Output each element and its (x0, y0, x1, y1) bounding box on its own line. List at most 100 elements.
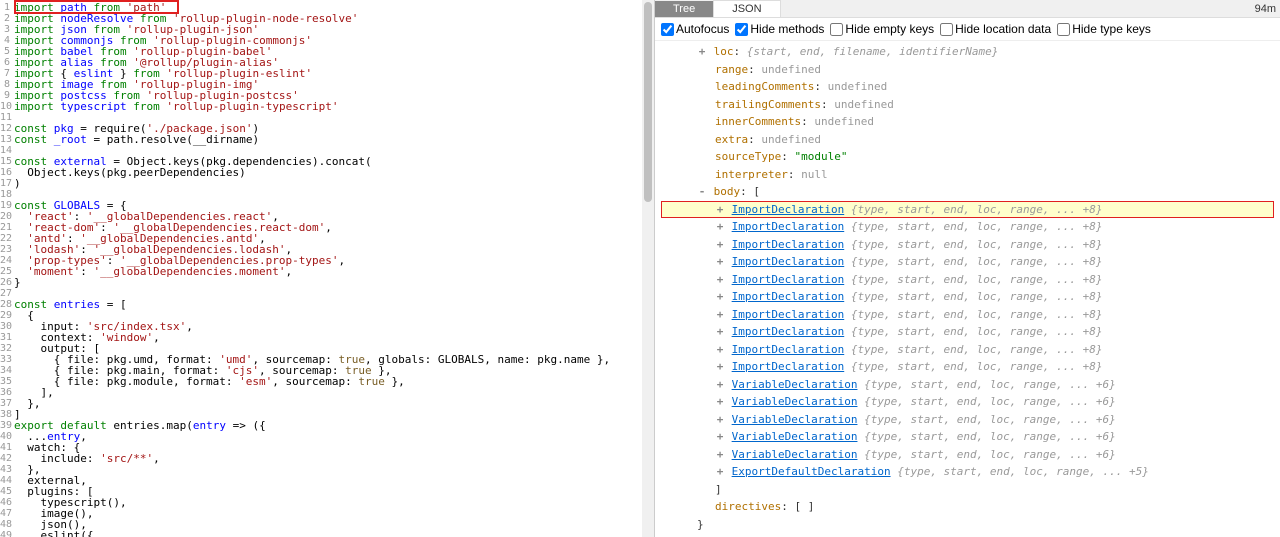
code-editor-pane[interactable]: 1import path from 'path'2import nodeReso… (0, 0, 642, 537)
code-line[interactable]: 25 'moment': '__globalDependencies.momen… (0, 266, 642, 277)
hide-location-checkbox[interactable]: Hide location data (940, 22, 1051, 36)
line-number: 5 (0, 46, 14, 57)
tree-row[interactable]: + ImportDeclaration {type, start, end, l… (661, 271, 1274, 289)
tree-node-type[interactable]: VariableDeclaration (732, 448, 858, 461)
tree-row[interactable]: + ImportDeclaration {type, start, end, l… (661, 358, 1274, 376)
tree-toggle-icon[interactable]: + (715, 446, 725, 464)
tree-node-type[interactable]: ImportDeclaration (732, 273, 845, 286)
tree-toggle-icon[interactable]: + (715, 428, 725, 446)
autofocus-checkbox[interactable]: Autofocus (661, 22, 729, 36)
tree-node-type[interactable]: ImportDeclaration (732, 343, 845, 356)
tree-row[interactable]: interpreter: null (661, 166, 1274, 184)
tree-row[interactable]: + ImportDeclaration {type, start, end, l… (661, 253, 1274, 271)
tree-toggle-icon[interactable]: + (715, 411, 725, 429)
tree-row[interactable]: extra: undefined (661, 131, 1274, 149)
tree-row[interactable]: trailingComments: undefined (661, 96, 1274, 114)
code-line[interactable]: 36 ], (0, 387, 642, 398)
tree-node-type[interactable]: ImportDeclaration (732, 360, 845, 373)
tree-row[interactable]: + VariableDeclaration {type, start, end,… (661, 411, 1274, 429)
tree-toggle-icon[interactable]: + (715, 218, 725, 236)
tree-toggle-icon[interactable]: + (715, 358, 725, 376)
tree-row[interactable]: + VariableDeclaration {type, start, end,… (661, 376, 1274, 394)
tree-toggle-icon[interactable]: - (697, 183, 707, 201)
code-line[interactable]: 44 external, (0, 475, 642, 486)
code-line[interactable]: 10import typescript from 'rollup-plugin-… (0, 101, 642, 112)
code-line[interactable]: 40 ...entry, (0, 431, 642, 442)
hide-methods-checkbox[interactable]: Hide methods (735, 22, 824, 36)
tree-summary: {type, start, end, loc, range, ... +8} (851, 238, 1103, 251)
line-number: 36 (0, 387, 14, 398)
tree-row[interactable]: directives: [ ] (661, 498, 1274, 516)
tree-row[interactable]: + comments: [1 element] (661, 533, 1274, 537)
tree-row[interactable]: + loc: {start, end, filename, identifier… (661, 43, 1274, 61)
tree-node-type[interactable]: ImportDeclaration (732, 290, 845, 303)
hide-empty-checkbox[interactable]: Hide empty keys (830, 22, 934, 36)
tree-toggle-icon[interactable]: + (715, 306, 725, 324)
tree-row[interactable]: + ImportDeclaration {type, start, end, l… (661, 341, 1274, 359)
code-line[interactable]: 47 image(), (0, 508, 642, 519)
code-line[interactable]: 43 }, (0, 464, 642, 475)
tree-row[interactable]: leadingComments: undefined (661, 78, 1274, 96)
code-line[interactable]: 48 json(), (0, 519, 642, 530)
tree-node-type[interactable]: ImportDeclaration (732, 220, 845, 233)
tree-row[interactable]: + ImportDeclaration {type, start, end, l… (661, 218, 1274, 236)
tree-node-type[interactable]: VariableDeclaration (732, 378, 858, 391)
tree-toggle-icon[interactable]: + (715, 236, 725, 254)
tree-value: "module" (794, 150, 847, 163)
tree-row[interactable]: + ImportDeclaration {type, start, end, l… (661, 288, 1274, 306)
tree-toggle-icon[interactable]: + (679, 533, 689, 537)
tree-row[interactable]: innerComments: undefined (661, 113, 1274, 131)
code-line[interactable]: 35 { file: pkg.module, format: 'esm', so… (0, 376, 642, 387)
tree-node-type[interactable]: VariableDeclaration (732, 413, 858, 426)
tree-row[interactable]: + ImportDeclaration {type, start, end, l… (661, 201, 1274, 219)
tab-json[interactable]: JSON (713, 0, 780, 17)
tree-row[interactable]: sourceType: "module" (661, 148, 1274, 166)
code-line[interactable]: 17) (0, 178, 642, 189)
code-line[interactable]: 26} (0, 277, 642, 288)
code-line[interactable]: 28const entries = [ (0, 299, 642, 310)
line-number: 29 (0, 310, 14, 321)
ast-tree[interactable]: + loc: {start, end, filename, identifier… (655, 41, 1280, 537)
code-line[interactable]: 49 eslint({ (0, 530, 642, 537)
tree-node-type[interactable]: VariableDeclaration (732, 395, 858, 408)
tree-toggle-icon[interactable]: + (715, 271, 725, 289)
code-line[interactable]: 13const _root = path.resolve(__dirname) (0, 134, 642, 145)
tree-toggle-icon[interactable]: + (715, 341, 725, 359)
code-line[interactable]: 46 typescript(), (0, 497, 642, 508)
tree-toggle-icon[interactable]: + (715, 288, 725, 306)
tree-toggle-icon[interactable]: + (715, 463, 725, 481)
tree-row[interactable]: + ExportDefaultDeclaration {type, start,… (661, 463, 1274, 481)
code-line[interactable]: 42 include: 'src/**', (0, 453, 642, 464)
hide-type-checkbox[interactable]: Hide type keys (1057, 22, 1151, 36)
tree-toggle-icon[interactable]: + (715, 393, 725, 411)
code-line[interactable]: 37 }, (0, 398, 642, 409)
tab-tree[interactable]: Tree (655, 1, 713, 17)
code-line[interactable]: 16 Object.keys(pkg.peerDependencies) (0, 167, 642, 178)
tree-node-type[interactable]: ImportDeclaration (732, 203, 845, 216)
code-line[interactable]: 39export default entries.map(entry => ({ (0, 420, 642, 431)
tree-row[interactable]: ] (661, 481, 1274, 499)
tree-node-type[interactable]: ImportDeclaration (732, 255, 845, 268)
scroll-thumb[interactable] (644, 2, 652, 202)
tree-node-type[interactable]: ImportDeclaration (732, 238, 845, 251)
tree-node-type[interactable]: ImportDeclaration (732, 325, 845, 338)
tree-node-type[interactable]: VariableDeclaration (732, 430, 858, 443)
tree-toggle-icon[interactable]: + (715, 201, 725, 219)
tree-row[interactable]: } (661, 516, 1274, 534)
tree-row[interactable]: + ImportDeclaration {type, start, end, l… (661, 236, 1274, 254)
tree-row[interactable]: + VariableDeclaration {type, start, end,… (661, 428, 1274, 446)
tree-row[interactable]: + VariableDeclaration {type, start, end,… (661, 446, 1274, 464)
tree-row[interactable]: + VariableDeclaration {type, start, end,… (661, 393, 1274, 411)
tree-row[interactable]: + ImportDeclaration {type, start, end, l… (661, 306, 1274, 324)
tree-toggle-icon[interactable]: + (715, 376, 725, 394)
tree-toggle-icon[interactable]: + (715, 253, 725, 271)
tree-toggle-icon[interactable]: + (697, 43, 707, 61)
code-scrollbar[interactable] (642, 0, 654, 537)
tree-row[interactable]: range: undefined (661, 61, 1274, 79)
tree-row[interactable]: - body: [ (661, 183, 1274, 201)
line-number: 2 (0, 13, 14, 24)
tree-node-type[interactable]: ImportDeclaration (732, 308, 845, 321)
tree-toggle-icon[interactable]: + (715, 323, 725, 341)
tree-row[interactable]: + ImportDeclaration {type, start, end, l… (661, 323, 1274, 341)
tree-node-type[interactable]: ExportDefaultDeclaration (732, 465, 891, 478)
